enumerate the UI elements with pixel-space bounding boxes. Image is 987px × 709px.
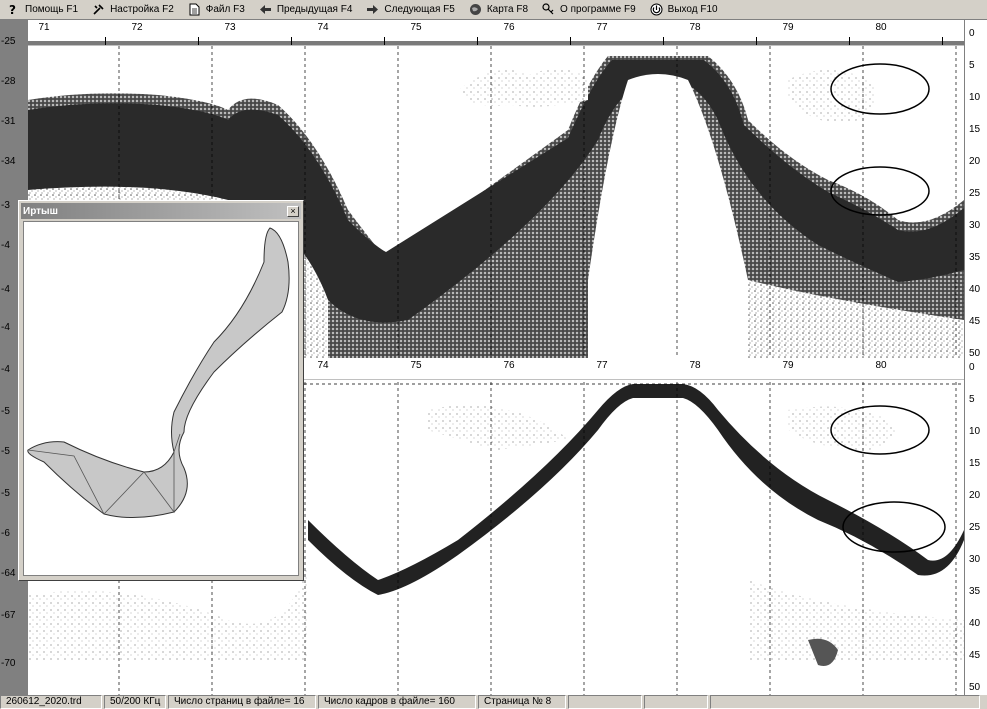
status-empty-3 [710,695,980,709]
right-scale-label: 10 [969,92,981,103]
status-file-name: 260612_2020.trd [0,695,102,709]
left-scale-label: -70 [1,658,16,669]
ruler-label: 78 [689,360,701,371]
menu-map-label: Карта F8 [486,4,529,15]
right-scale-label: 45 [969,650,981,661]
right-depth-scale: 0 5 10 15 20 25 30 35 40 45 50 0 5 10 15 20 25 30 35 40 45 50 [964,20,987,695]
right-scale-label: 0 [969,28,975,39]
status-frame-count: Число кадров в файле= 160 [318,695,476,709]
ruler-label: 79 [782,360,794,371]
right-scale-label: 25 [969,522,981,533]
status-page-count: Число страниц в файле= 16 [168,695,316,709]
ruler-label: 78 [689,22,701,33]
menu-file[interactable]: Файл F3 [181,0,252,20]
right-scale-label: 50 [969,348,981,359]
status-empty-2 [644,695,708,709]
distance-ruler-upper: 71 72 73 74 75 76 77 78 79 80 [28,20,964,46]
menu-about[interactable]: О программе F9 [535,0,643,20]
left-scale-label: -34 [1,156,16,167]
menu-exit-label: Выход F10 [667,4,718,15]
ruler-label: 74 [317,360,329,371]
right-scale-label: 45 [969,316,981,327]
ruler-tick [383,37,385,45]
ruler-label: 79 [782,22,794,33]
ruler-label: 76 [503,22,515,33]
menu-file-label: Файл F3 [205,4,245,15]
right-scale-label: 25 [969,188,981,199]
ruler-tick [941,37,943,45]
right-scale-label: 20 [969,156,981,167]
ruler-label: 71 [38,22,50,33]
ruler-label: 72 [131,22,143,33]
lake-map [27,227,290,519]
help-icon: ? [7,3,20,16]
arrow-left-icon [259,3,272,16]
globe-icon [469,3,482,16]
ruler-label: 75 [410,360,422,371]
right-scale-label: 35 [969,586,981,597]
left-scale-label: -31 [1,116,16,127]
right-scale-label: 5 [969,394,975,405]
menu-next[interactable]: Следующая F5 [359,0,461,20]
right-scale-label: 40 [969,618,981,629]
left-scale-label: -67 [1,610,16,621]
lake-shape [27,227,290,519]
close-icon[interactable]: × [287,205,299,217]
right-scale-label: 35 [969,252,981,263]
menu-settings[interactable]: Настройка F2 [85,0,181,20]
status-bar: 260612_2020.trd 50/200 КГц Число страниц… [0,695,987,709]
ruler-tick [662,37,664,45]
map-canvas[interactable] [23,221,299,576]
map-window-title: Иртыш [23,205,58,217]
status-frequency: 50/200 КГц [104,695,166,709]
right-scale-label: 40 [969,284,981,295]
ruler-tick [290,37,292,45]
menu-map[interactable]: Карта F8 [462,0,535,20]
ruler-tick [848,37,850,45]
right-scale-label: 30 [969,554,981,565]
right-scale-label: 15 [969,124,981,135]
map-window-titlebar[interactable]: Иртыш × [21,203,301,219]
status-page-number: Страница № 8 [478,695,566,709]
menu-previous[interactable]: Предыдущая F4 [252,0,360,20]
right-scale-label: 15 [969,458,981,469]
right-scale-label: 0 [969,362,975,373]
right-scale-label: 30 [969,220,981,231]
ruler-label: 80 [875,360,887,371]
right-scale-label: 20 [969,490,981,501]
menu-about-label: О программе F9 [560,4,636,15]
right-scale-label: 5 [969,60,975,71]
status-empty-1 [568,695,642,709]
ruler-label: 75 [410,22,422,33]
ruler-label: 74 [317,22,329,33]
menu-help-label: Помощь F1 [25,4,79,15]
file-icon [188,3,201,16]
menu-exit[interactable]: Выход F10 [643,0,725,20]
left-scale-label: -28 [1,76,16,87]
menu-next-label: Следующая F5 [384,4,455,15]
menu-settings-label: Настройка F2 [110,4,174,15]
ruler-tick [104,37,106,45]
ruler-label: 80 [875,22,887,33]
menu-bar: ? Помощь F1 Настройка F2 Файл F3 Предыду… [0,0,987,20]
ruler-label: 73 [224,22,236,33]
right-scale-label: 50 [969,682,981,693]
ruler-label: 77 [596,360,608,371]
ruler-label: 76 [503,360,515,371]
map-window[interactable]: Иртыш × [18,200,304,581]
settings-icon [92,3,105,16]
arrow-right-icon [366,3,379,16]
right-scale-label: 10 [969,426,981,437]
ruler-tick [755,37,757,45]
exit-icon [650,3,663,16]
ruler-tick [197,37,199,45]
svg-text:?: ? [9,3,16,16]
ruler-tick [569,37,571,45]
menu-help[interactable]: ? Помощь F1 [0,0,85,20]
menu-previous-label: Предыдущая F4 [276,4,353,15]
ruler-tick [476,37,478,45]
ruler-label: 77 [596,22,608,33]
key-icon [542,3,555,16]
left-scale-label: -25 [1,36,16,47]
